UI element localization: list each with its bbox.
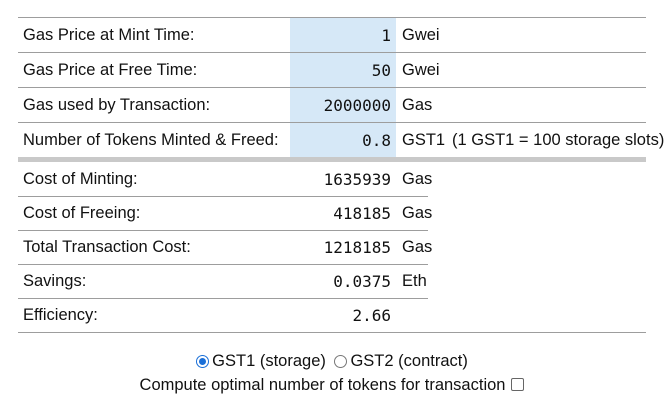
savings-value: 0.0375: [333, 271, 391, 291]
efficiency-value: 2.66: [352, 305, 391, 325]
savings-unit: Eth: [402, 271, 427, 290]
cost-freeing-value: 418185: [333, 203, 391, 223]
total-cost-unit: Gas: [402, 237, 433, 256]
optimal-tokens-label: Compute optimal number of tokens for tra…: [139, 376, 506, 394]
token-type-selector: GST1 (storage) GST2 (contract): [0, 352, 664, 373]
gas-token-calculator: Gas Price at Mint Time: 1 Gwei Gas Price…: [18, 17, 664, 333]
mint-gas-price-unit: Gwei: [402, 25, 440, 44]
tokens-minted-label: Number of Tokens Minted & Freed:: [23, 130, 279, 149]
cost-freeing-label: Cost of Freeing:: [23, 203, 141, 222]
row-savings: Savings: 0.0375 Eth: [18, 264, 646, 299]
gas-used-input[interactable]: 2000000: [290, 88, 396, 122]
gst2-radio-label: GST2 (contract): [350, 352, 468, 370]
gas-used-unit: Gas: [402, 95, 433, 114]
tokens-minted-unit: GST1: [402, 130, 446, 149]
optimal-tokens-checkbox[interactable]: [511, 378, 525, 391]
row-cost-minting: Cost of Minting: 1635939 Gas: [18, 162, 646, 197]
row-tokens-minted: Number of Tokens Minted & Freed: 0.8 GST…: [18, 123, 664, 162]
gas-used-label: Gas used by Transaction:: [23, 95, 211, 114]
free-gas-price-unit: Gwei: [402, 60, 440, 79]
optimal-tokens-row: Compute optimal number of tokens for tra…: [0, 376, 664, 395]
gst2-radio-option[interactable]: GST2 (contract): [334, 352, 468, 371]
gst1-radio[interactable]: [196, 355, 210, 368]
mint-gas-price-input[interactable]: 1: [290, 18, 396, 52]
total-cost-value: 1218185: [323, 237, 391, 257]
row-cost-freeing: Cost of Freeing: 418185 Gas: [18, 196, 646, 231]
row-mint-gas-price: Gas Price at Mint Time: 1 Gwei: [18, 17, 646, 53]
gst1-radio-option[interactable]: GST1 (storage): [196, 352, 326, 371]
row-gas-used: Gas used by Transaction: 2000000 Gas: [18, 88, 646, 123]
mint-gas-price-label: Gas Price at Mint Time:: [23, 25, 195, 44]
efficiency-label: Efficiency:: [23, 305, 98, 324]
tokens-minted-input[interactable]: 0.8: [290, 123, 396, 157]
cost-minting-value: 1635939: [323, 169, 391, 189]
savings-label: Savings:: [23, 271, 87, 290]
tokens-storage-note: (1 GST1 = 100 storage slots): [452, 130, 664, 149]
gst2-radio[interactable]: [334, 355, 348, 368]
free-gas-price-input[interactable]: 50: [290, 53, 396, 87]
total-cost-label: Total Transaction Cost:: [23, 237, 191, 256]
free-gas-price-label: Gas Price at Free Time:: [23, 60, 198, 79]
row-efficiency: Efficiency: 2.66: [18, 298, 646, 333]
gst1-radio-label: GST1 (storage): [212, 352, 326, 370]
cost-freeing-unit: Gas: [402, 203, 433, 222]
cost-minting-label: Cost of Minting:: [23, 169, 138, 188]
cost-minting-unit: Gas: [402, 169, 433, 188]
row-total-cost: Total Transaction Cost: 1218185 Gas: [18, 230, 646, 265]
row-free-gas-price: Gas Price at Free Time: 50 Gwei: [18, 53, 646, 88]
